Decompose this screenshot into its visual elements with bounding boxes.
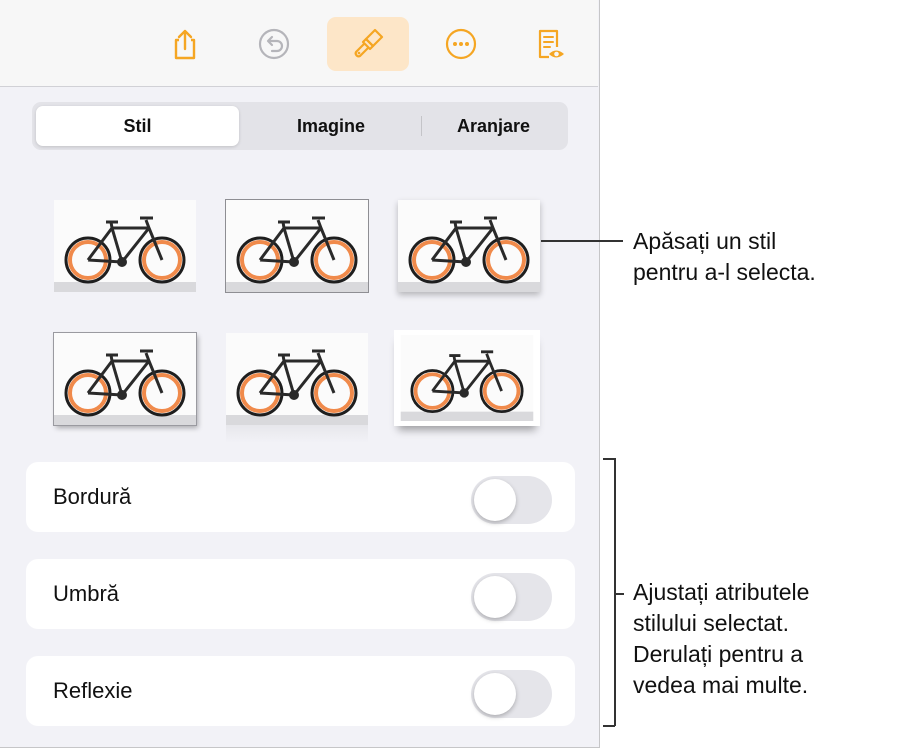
toggle-knob <box>474 479 516 521</box>
paintbrush-icon <box>354 28 384 58</box>
format-panel: Stil Imagine Aranjare Bordură Umbră Refl… <box>0 0 600 748</box>
shadow-label: Umbră <box>53 581 120 606</box>
bicycle-image <box>226 200 368 292</box>
bicycle-image <box>398 200 540 292</box>
tab-stil[interactable]: Stil <box>36 106 239 146</box>
bracket-pointer <box>614 593 624 595</box>
bracket-vertical <box>614 458 616 726</box>
toggle-knob <box>474 576 516 618</box>
shadow-option-row: Umbră <box>26 559 575 629</box>
more-icon <box>445 28 477 60</box>
tab-imagine[interactable]: Imagine <box>241 106 421 146</box>
reflection-toggle[interactable] <box>471 670 552 718</box>
callout-attributes: Ajustați atributele stilului selectat. D… <box>633 577 809 701</box>
border-toggle[interactable] <box>471 476 552 524</box>
bicycle-image <box>399 335 535 421</box>
share-icon <box>174 29 196 60</box>
style-thumbnail-frame-shadow[interactable] <box>53 332 197 426</box>
toggle-knob <box>474 673 516 715</box>
callout-styles-line-2: pentru a-l selecta. <box>633 259 816 285</box>
reading-view-icon <box>538 29 564 59</box>
callout-styles: Apăsați un stil pentru a-l selecta. <box>633 226 816 288</box>
tab-aranjare[interactable]: Aranjare <box>423 106 564 146</box>
format-button[interactable] <box>327 17 409 71</box>
reading-view-button[interactable] <box>509 17 591 71</box>
bicycle-image <box>54 200 196 292</box>
tab-divider <box>421 116 422 136</box>
style-thumbnail-plain[interactable] <box>54 200 196 292</box>
callout-line-styles <box>541 240 623 242</box>
bracket-bottom <box>603 725 615 727</box>
share-button[interactable] <box>144 17 226 71</box>
callout-attributes-line-2: stilului selectat. <box>633 610 789 636</box>
border-option-row: Bordură <box>26 462 575 532</box>
callout-attributes-line-3: Derulați pentru a <box>633 641 804 667</box>
style-thumbnail-thin-border[interactable] <box>225 199 369 293</box>
style-thumbnail-reflection[interactable] <box>226 333 368 443</box>
reflection-option-row: Reflexie <box>26 656 575 726</box>
reflection-label: Reflexie <box>53 678 133 703</box>
shadow-toggle[interactable] <box>471 573 552 621</box>
callout-styles-line-1: Apăsați un stil <box>633 228 777 254</box>
toolbar <box>0 0 598 87</box>
bicycle-image <box>226 333 368 425</box>
style-thumbnail-curled-shadow[interactable] <box>394 330 540 426</box>
format-tabs: Stil Imagine Aranjare <box>32 102 568 150</box>
border-label: Bordură <box>53 484 132 509</box>
style-thumbnail-soft-shadow[interactable] <box>398 200 540 292</box>
more-button[interactable] <box>420 17 502 71</box>
callout-attributes-line-1: Ajustați atributele <box>633 579 810 605</box>
undo-button[interactable] <box>233 17 315 71</box>
undo-icon <box>258 28 290 60</box>
bicycle-image <box>54 333 196 425</box>
callout-attributes-line-4: vedea mai multe. <box>633 672 809 698</box>
